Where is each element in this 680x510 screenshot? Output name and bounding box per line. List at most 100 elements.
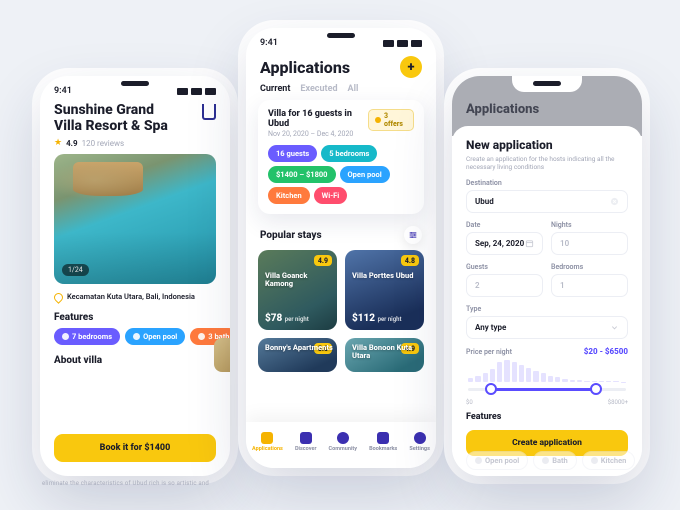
stay-rating-badge: 4.9: [314, 255, 332, 266]
feature-chip-ghost[interactable]: Kitchen: [582, 451, 636, 470]
nav-applications[interactable]: Applications: [252, 432, 283, 452]
hist-bar: [504, 360, 509, 382]
nav-bookmarks[interactable]: Bookmarks: [369, 432, 397, 452]
photo-counter: 1/24: [62, 264, 89, 276]
hist-bar: [512, 362, 517, 383]
calendar-icon: [525, 239, 534, 248]
features-chips: 7 bedroomsOpen pool3 bath: [40, 328, 230, 345]
offers-badge[interactable]: 3 offers: [368, 109, 414, 131]
date-field[interactable]: Sep, 24, 2020: [466, 232, 543, 255]
guests-field[interactable]: 2: [466, 274, 543, 297]
label-nights: Nights: [551, 221, 628, 229]
location-pin-icon: [52, 291, 65, 304]
popular-heading: Popular stays: [260, 230, 322, 241]
nav-icon: [261, 432, 273, 444]
feature-chip: Open pool: [125, 328, 185, 345]
label-guests: Guests: [466, 263, 543, 271]
stay-name: Villa Goanck Kamong: [265, 272, 335, 289]
card-chip: 16 guests: [268, 145, 317, 162]
battery-icon: [205, 88, 216, 95]
slider-knob-min[interactable]: [485, 383, 497, 395]
price-histogram: [466, 360, 628, 382]
stay-card[interactable]: 4.9Villa Bonoon Kuta Utara: [345, 338, 424, 372]
stay-card[interactable]: 4.9 Villa Goanck Kamong $78 per night: [258, 250, 337, 330]
feature-chip-ghost[interactable]: Bath: [533, 451, 577, 470]
tab-all[interactable]: All: [348, 84, 359, 94]
features-heading: Features: [466, 412, 628, 422]
tab-current[interactable]: Current: [260, 84, 290, 94]
feature-chip: 7 bedrooms: [54, 328, 120, 345]
card-chip: $1400 – $1800: [268, 166, 336, 183]
stay-price: $112 per night: [352, 313, 402, 324]
nav-community[interactable]: Community: [329, 432, 357, 452]
stay-card[interactable]: 4.8 Villa Porttes Ubud $112 per night: [345, 250, 424, 330]
bedrooms-field[interactable]: 1: [551, 274, 628, 297]
scale-min: $0: [466, 399, 473, 406]
label-price: Price per night: [466, 348, 512, 356]
stay-card[interactable]: 5.0Bonny's Apartments: [258, 338, 337, 372]
card-chips: 16 guests5 bedrooms $1400 – $1800Open poo…: [268, 145, 414, 204]
under-chips: Open poolBathKitchenParking: [466, 451, 628, 470]
label-date: Date: [466, 221, 543, 229]
stay-price: $78 per night: [265, 313, 309, 324]
feature-chip-ghost[interactable]: Open pool: [466, 451, 528, 470]
stays-grid-2: 5.0Bonny's Apartments4.9Villa Bonoon Kut…: [246, 338, 436, 372]
add-button[interactable]: +: [400, 56, 422, 78]
phone-applications: 9:41 Applications + Current Executed All V…: [246, 28, 436, 468]
battery-icon: [411, 40, 422, 47]
type-select[interactable]: Any type: [466, 316, 628, 339]
label-destination: Destination: [466, 179, 628, 187]
hero-photo[interactable]: 1/24: [54, 154, 216, 284]
nav-icon: [337, 432, 349, 444]
nav-settings[interactable]: Settings: [409, 432, 430, 452]
wifi-icon: [191, 88, 202, 95]
card-chip: 5 bedrooms: [321, 145, 377, 162]
destination-field[interactable]: Ubud: [466, 190, 628, 213]
stay-name: Villa Porttes Ubud: [352, 272, 413, 280]
tab-executed[interactable]: Executed: [300, 84, 337, 94]
reviews-count[interactable]: 120 reviews: [82, 139, 125, 148]
card-chip: Wi-Fi: [314, 187, 348, 204]
bottom-nav: Applications Discover Community Bookmarks Se…: [246, 422, 436, 468]
label-bedrooms: Bedrooms: [551, 263, 628, 271]
status-bar: 9:41: [40, 76, 230, 100]
stays-grid: 4.9 Villa Goanck Kamong $78 per night 4.8 Vi…: [246, 250, 436, 330]
nav-icon: [414, 432, 426, 444]
application-card[interactable]: Villa for 16 guests in Ubud Nov 20, 2020…: [258, 100, 424, 214]
stay-name: Villa Bonoon Kuta Utara: [352, 344, 422, 361]
nav-discover[interactable]: Discover: [295, 432, 317, 452]
phone-villa-detail: 9:41 Sunshine Grand Villa Resort & Spa ★…: [40, 76, 230, 476]
status-bar: 9:41: [246, 28, 436, 52]
slider-knob-max[interactable]: [590, 383, 602, 395]
wifi-icon: [397, 40, 408, 47]
stay-rating-badge: 4.8: [401, 255, 419, 266]
caption-text: eliminate the characteristics of Ubud ri…: [42, 480, 209, 487]
clear-icon[interactable]: [610, 197, 619, 206]
rating-value: 4.9: [66, 139, 78, 148]
nav-icon: [300, 432, 312, 444]
filter-button[interactable]: [404, 226, 422, 244]
villa-title: Sunshine Grand Villa Resort & Spa: [54, 102, 184, 134]
nights-field[interactable]: 10: [551, 232, 628, 255]
sheet-title: New application: [466, 138, 628, 152]
card-title: Villa for 16 guests in Ubud: [268, 109, 368, 129]
card-chip: Open pool: [340, 166, 390, 183]
signal-icon: [177, 88, 188, 95]
about-heading: About villa: [40, 345, 230, 368]
feature-chip-ghost[interactable]: Parking: [640, 451, 642, 470]
new-application-sheet: New application Create an application fo…: [452, 126, 642, 476]
book-button[interactable]: Book it for $1400: [54, 434, 216, 462]
card-dates: Nov 20, 2020 – Dec 4, 2020: [268, 130, 368, 138]
card-chip: Kitchen: [268, 187, 310, 204]
signal-icon: [383, 40, 394, 47]
sliders-icon: [408, 230, 418, 240]
star-icon: ★: [54, 138, 62, 148]
scale-max: $8000+: [608, 399, 628, 406]
stay-name: Bonny's Apartments: [265, 344, 333, 352]
status-time: 9:41: [54, 86, 72, 96]
price-slider[interactable]: [466, 380, 628, 398]
sheet-subtitle: Create an application for the hosts indi…: [466, 155, 616, 171]
bookmark-icon[interactable]: [202, 104, 216, 120]
next-photo-thumb[interactable]: [214, 338, 230, 372]
location-text[interactable]: Kecamatan Kuta Utara, Bali, Indonesia: [67, 292, 195, 301]
